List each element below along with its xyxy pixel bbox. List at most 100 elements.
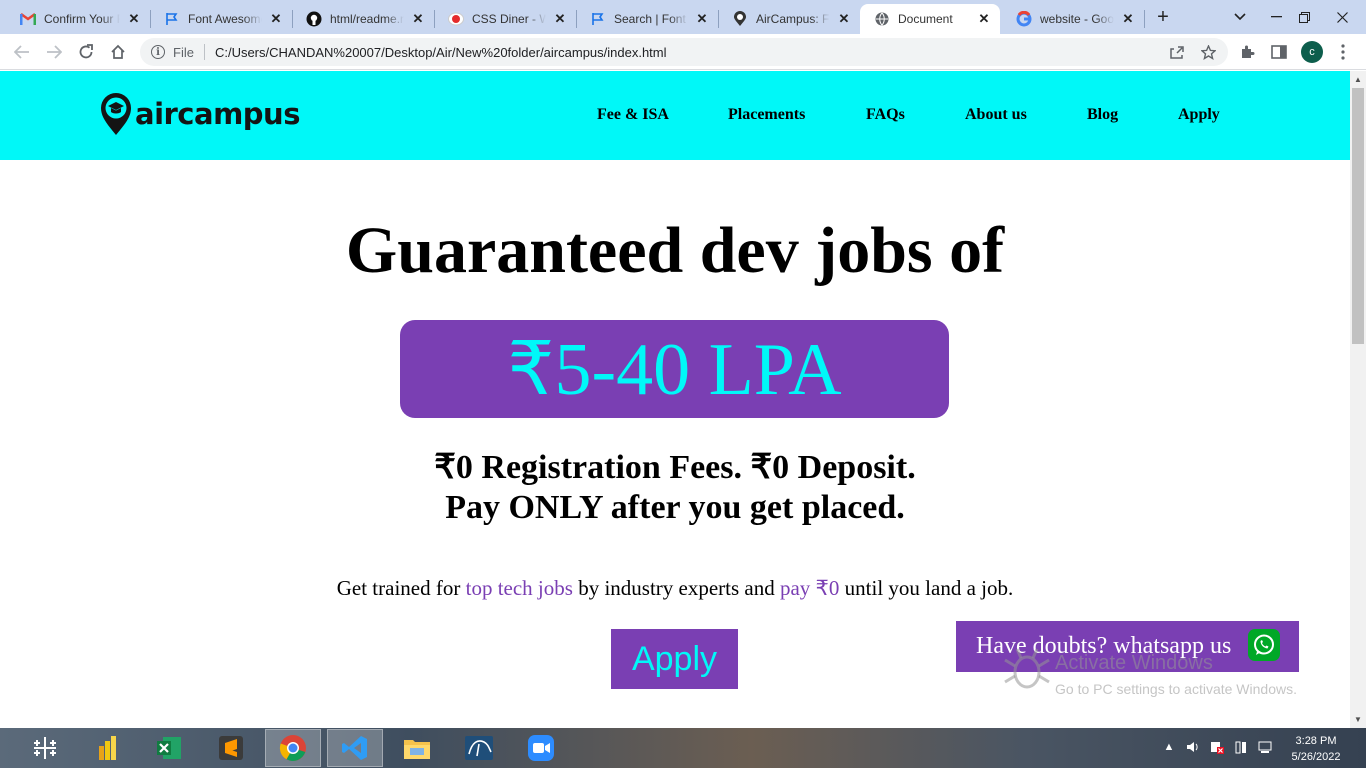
- scroll-thumb[interactable]: [1352, 88, 1364, 344]
- extensions-icon[interactable]: [1237, 42, 1257, 62]
- close-icon[interactable]: ✕: [552, 11, 568, 27]
- nav-faqs[interactable]: FAQs: [866, 106, 905, 124]
- chrome-icon: [279, 735, 306, 762]
- activate-windows-watermark: Activate Windows Go to PC settings to ac…: [1055, 652, 1297, 697]
- taskbar-file-explorer[interactable]: [389, 729, 445, 767]
- tab-search-chevron-icon[interactable]: [1220, 0, 1260, 34]
- nav-blog[interactable]: Blog: [1087, 106, 1118, 124]
- tab-title: website - Goog: [1040, 12, 1114, 26]
- site-header: aircampus Fee & ISA Placements FAQs Abou…: [0, 71, 1350, 160]
- scroll-up-icon[interactable]: ▲: [1353, 74, 1363, 84]
- tab-title: Search | Font A: [614, 12, 688, 26]
- speaker-icon[interactable]: [1186, 740, 1200, 754]
- side-panel-icon[interactable]: [1269, 42, 1289, 62]
- close-icon[interactable]: ✕: [268, 11, 284, 27]
- star-icon[interactable]: [1196, 40, 1220, 64]
- windows-taskbar: ▲ 3:28 PM 5/26/2022: [0, 728, 1366, 768]
- taskbar-vscode[interactable]: [327, 729, 383, 767]
- taskbar-power-bi[interactable]: [79, 729, 135, 767]
- tab-google-search[interactable]: website - Goog ✕: [1002, 4, 1144, 34]
- pay-line: Pay ONLY after you get placed.: [445, 489, 905, 526]
- mysql-icon: [465, 736, 493, 760]
- network-warning-icon[interactable]: [1210, 740, 1224, 754]
- restore-icon[interactable]: [1284, 0, 1324, 34]
- tab-font-awesome[interactable]: Font Awesome ✕: [150, 4, 292, 34]
- tab-gmail[interactable]: Confirm Your F ✕: [6, 4, 150, 34]
- reload-icon[interactable]: [74, 40, 98, 64]
- info-icon[interactable]: i: [151, 45, 165, 59]
- close-icon[interactable]: ✕: [836, 11, 852, 27]
- back-arrow-icon[interactable]: [10, 40, 34, 64]
- tab-title: CSS Diner - Wh: [472, 12, 546, 26]
- desc-highlight-jobs: top tech jobs: [465, 576, 573, 600]
- watermark-title: Activate Windows: [1055, 652, 1213, 674]
- new-tab-button[interactable]: +: [1152, 6, 1174, 28]
- address-bar[interactable]: i File C:/Users/CHANDAN%20007/Desktop/Ai…: [140, 38, 1228, 66]
- taskbar-chrome[interactable]: [265, 729, 321, 767]
- tab-title: Document: [898, 12, 953, 26]
- tab-title: html/readme.m: [330, 12, 404, 26]
- desc-text: by industry experts and: [572, 576, 780, 600]
- zoom-icon: [528, 735, 554, 761]
- tab-title: Confirm Your F: [44, 12, 120, 26]
- hero-description: Get trained for top tech jobs by industr…: [0, 576, 1350, 601]
- scheme-label: File: [173, 44, 194, 60]
- flag-icon: [164, 11, 180, 27]
- close-icon[interactable]: ✕: [1120, 11, 1136, 27]
- scroll-down-icon[interactable]: ▼: [1353, 714, 1363, 724]
- desc-text: until you land a job.: [839, 576, 1014, 600]
- tray-up-arrow-icon[interactable]: ▲: [1162, 740, 1176, 754]
- logo-text: aircampus: [135, 97, 300, 131]
- page-scrollbar[interactable]: ▲ ▼: [1350, 71, 1366, 728]
- more-menu-icon[interactable]: [1333, 42, 1353, 62]
- globe-icon: [874, 11, 890, 27]
- taskbar-zoom[interactable]: [513, 729, 569, 767]
- url-text[interactable]: C:/Users/CHANDAN%20007/Desktop/Air/New%2…: [215, 45, 1164, 60]
- tab-github[interactable]: html/readme.m ✕: [292, 4, 434, 34]
- close-icon[interactable]: ✕: [694, 11, 710, 27]
- system-clock[interactable]: 3:28 PM 5/26/2022: [1285, 733, 1347, 765]
- sublime-icon: [219, 736, 243, 760]
- desc-text: Get trained for: [336, 576, 466, 600]
- site-logo[interactable]: aircampus: [99, 91, 300, 137]
- profile-avatar[interactable]: c: [1301, 41, 1323, 63]
- hero-title: Guaranteed dev jobs of: [345, 214, 1005, 287]
- home-icon[interactable]: [106, 40, 130, 64]
- tab-search-font[interactable]: Search | Font A ✕: [576, 4, 718, 34]
- nav-placements[interactable]: Placements: [728, 106, 805, 124]
- close-icon[interactable]: ✕: [126, 11, 142, 27]
- taskbar-tableau[interactable]: [17, 729, 73, 767]
- tab-document[interactable]: Document ✕: [860, 4, 1000, 34]
- nav-fee-isa[interactable]: Fee & ISA: [597, 106, 669, 124]
- google-icon: [1016, 11, 1032, 27]
- battery-icon[interactable]: [1234, 740, 1248, 754]
- browser-toolbar: i File C:/Users/CHANDAN%20007/Desktop/Ai…: [0, 34, 1366, 70]
- flag-icon: [590, 11, 606, 27]
- tab-separator: [1144, 10, 1145, 28]
- github-icon: [306, 11, 322, 27]
- nav-about-us[interactable]: About us: [965, 106, 1027, 124]
- share-icon[interactable]: [1164, 40, 1188, 64]
- taskbar-mysql[interactable]: [451, 729, 507, 767]
- close-icon[interactable]: ✕: [410, 11, 426, 27]
- tab-css-diner[interactable]: CSS Diner - Wh ✕: [434, 4, 576, 34]
- taskbar-excel[interactable]: [141, 729, 197, 767]
- file-explorer-icon: [404, 740, 430, 759]
- window-close-icon[interactable]: [1322, 0, 1362, 34]
- keyboard-icon[interactable]: [1258, 740, 1272, 754]
- salary-text: ₹5-40 LPA: [507, 328, 842, 411]
- close-icon[interactable]: ✕: [976, 11, 992, 27]
- taskbar-sublime[interactable]: [203, 729, 259, 767]
- apply-button[interactable]: Apply: [611, 629, 738, 689]
- nav-apply[interactable]: Apply: [1178, 106, 1220, 124]
- clock-date: 5/26/2022: [1291, 751, 1341, 763]
- forward-arrow-icon[interactable]: [42, 40, 66, 64]
- location-pin-icon: [732, 11, 748, 27]
- clock-time: 3:28 PM: [1295, 735, 1337, 747]
- tab-title: Font Awesome: [188, 12, 262, 26]
- page-viewport: aircampus Fee & ISA Placements FAQs Abou…: [0, 71, 1350, 728]
- vscode-icon: [342, 736, 367, 760]
- red-dot-icon: [448, 11, 464, 27]
- power-bi-icon: [99, 736, 116, 760]
- tab-aircampus[interactable]: AirCampus: Fu ✕: [718, 4, 860, 34]
